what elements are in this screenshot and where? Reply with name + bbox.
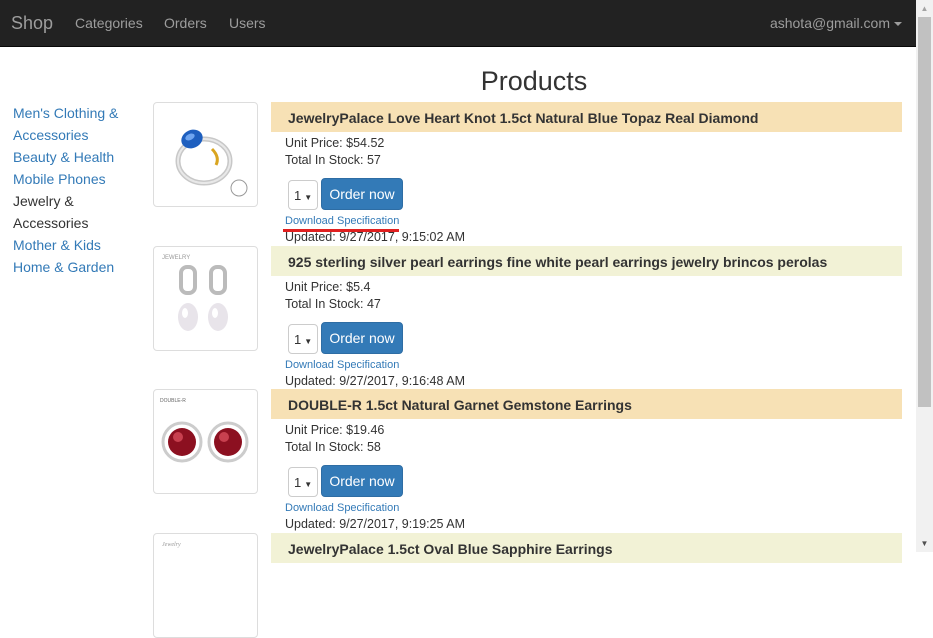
- quantity-value: 1: [294, 475, 302, 490]
- unit-price: Unit Price: $54.52: [285, 136, 385, 150]
- annotation-underline: [283, 229, 399, 232]
- brand-link[interactable]: Shop: [11, 13, 53, 34]
- svg-text:JEWELRY: JEWELRY: [162, 255, 190, 261]
- sidebar-item-mens-clothing[interactable]: Men's Clothing & Accessories: [13, 102, 133, 146]
- sidebar-item-mobile-phones[interactable]: Mobile Phones: [13, 168, 133, 190]
- sidebar-item-mother-kids[interactable]: Mother & Kids: [13, 234, 133, 256]
- svg-text:DOUBLE-R: DOUBLE-R: [160, 398, 186, 404]
- user-menu[interactable]: ashota@gmail.com: [770, 15, 902, 31]
- total-stock: Total In Stock: 58: [285, 440, 381, 454]
- quantity-select[interactable]: 1 ▼: [288, 467, 318, 497]
- dropdown-arrow-icon: ▼: [304, 337, 313, 346]
- download-specification-link[interactable]: Download Specification: [285, 215, 399, 227]
- scroll-down-arrow-icon[interactable]: ▼: [916, 535, 933, 552]
- nav-categories[interactable]: Categories: [75, 15, 143, 31]
- product-title[interactable]: JewelryPalace 1.5ct Oval Blue Sapphire E…: [271, 533, 902, 563]
- scroll-thumb[interactable]: [918, 17, 931, 407]
- nav-users[interactable]: Users: [229, 15, 266, 31]
- order-now-button[interactable]: Order now: [321, 178, 403, 210]
- quantity-select[interactable]: 1 ▼: [288, 180, 318, 210]
- order-now-button[interactable]: Order now: [321, 465, 403, 497]
- scroll-up-arrow-icon[interactable]: ▲: [916, 0, 933, 17]
- category-sidebar: Men's Clothing & Accessories Beauty & He…: [13, 102, 133, 278]
- download-specification-link[interactable]: Download Specification: [285, 502, 399, 514]
- nav-orders[interactable]: Orders: [164, 15, 207, 31]
- product-title[interactable]: 925 sterling silver pearl earrings fine …: [271, 246, 902, 276]
- sidebar-item-home-garden[interactable]: Home & Garden: [13, 256, 133, 278]
- quantity-select[interactable]: 1 ▼: [288, 324, 318, 354]
- unit-price: Unit Price: $5.4: [285, 280, 371, 294]
- product-image-pearl-earrings[interactable]: JEWELRY: [153, 246, 258, 351]
- total-stock: Total In Stock: 47: [285, 297, 381, 311]
- user-email: ashota@gmail.com: [769, 15, 890, 31]
- product-title[interactable]: JewelryPalace Love Heart Knot 1.5ct Natu…: [271, 102, 902, 132]
- quantity-value: 1: [294, 332, 302, 347]
- dropdown-arrow-icon: ▼: [304, 480, 313, 489]
- sidebar-item-beauty-health[interactable]: Beauty & Health: [13, 146, 133, 168]
- updated-timestamp: Updated: 9/27/2017, 9:19:25 AM: [285, 517, 465, 531]
- page-title: Products: [480, 66, 588, 96]
- navbar: Shop Categories Orders Users ashota@gmai…: [0, 0, 916, 47]
- product-title[interactable]: DOUBLE-R 1.5ct Natural Garnet Gemstone E…: [271, 389, 902, 419]
- svg-text:Jewelry: Jewelry: [162, 542, 181, 548]
- quantity-value: 1: [294, 188, 302, 203]
- unit-price: Unit Price: $19.46: [285, 423, 385, 437]
- total-stock: Total In Stock: 57: [285, 153, 381, 167]
- order-now-button[interactable]: Order now: [321, 322, 403, 354]
- product-image-ring[interactable]: [153, 102, 258, 207]
- updated-timestamp: Updated: 9/27/2017, 9:16:48 AM: [285, 374, 465, 388]
- updated-timestamp: Updated: 9/27/2017, 9:15:02 AM: [285, 230, 465, 244]
- scrollbar[interactable]: ▲ ▼: [916, 0, 933, 552]
- product-image-sapphire-earrings[interactable]: Jewelry: [153, 533, 258, 638]
- sidebar-item-jewelry[interactable]: Jewelry & Accessories: [13, 190, 133, 234]
- download-specification-link[interactable]: Download Specification: [285, 359, 399, 371]
- product-image-garnet-earrings[interactable]: DOUBLE-R: [153, 389, 258, 494]
- caret-down-icon: [894, 22, 902, 27]
- dropdown-arrow-icon: ▼: [304, 193, 313, 202]
